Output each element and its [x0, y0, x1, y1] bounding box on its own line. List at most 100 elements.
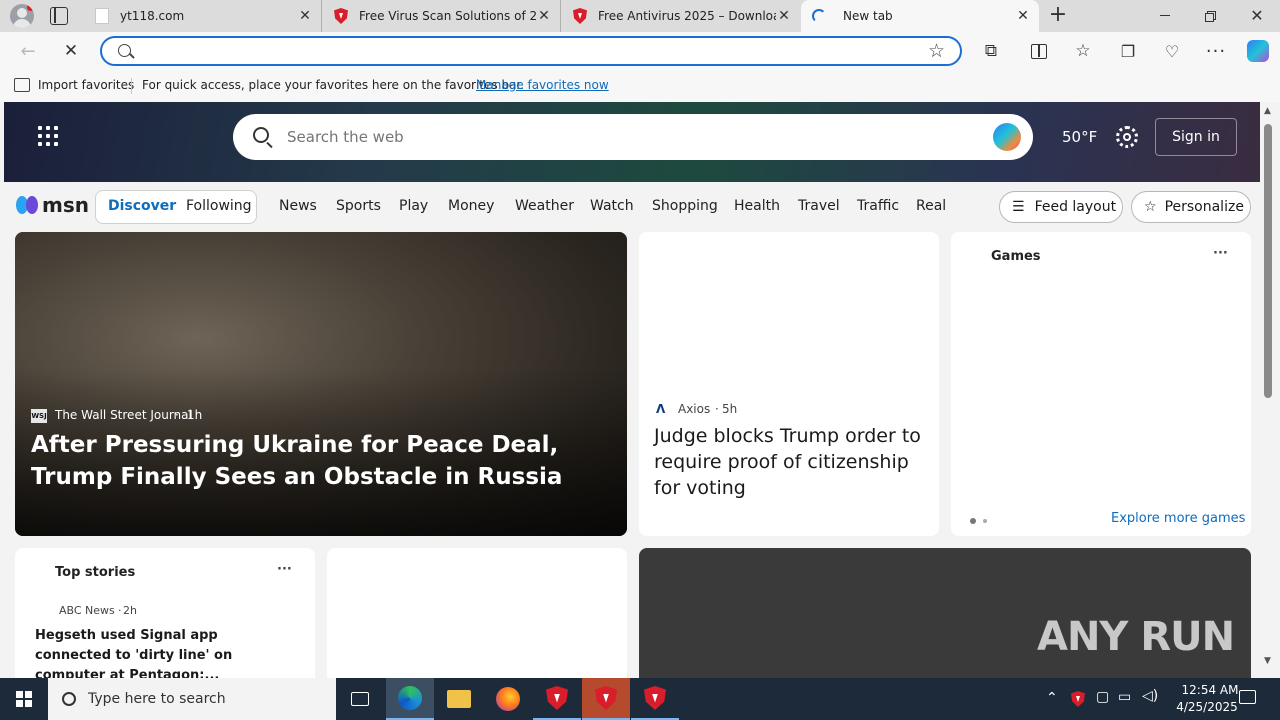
- import-favorites-icon: [14, 78, 30, 92]
- favorites-icon[interactable]: ☆: [1068, 36, 1098, 66]
- video-card[interactable]: ANY RUN: [639, 548, 1251, 678]
- nav-watch[interactable]: Watch: [590, 198, 634, 214]
- restore-button[interactable]: [1196, 0, 1226, 32]
- carousel-dot-active[interactable]: [970, 518, 976, 524]
- start-button[interactable]: [0, 678, 48, 720]
- story-source: Axios: [678, 402, 711, 416]
- split-screen-icon[interactable]: [1024, 36, 1054, 66]
- story-age-dot: ·: [118, 604, 122, 617]
- windows-logo-icon: [16, 691, 32, 707]
- copilot-icon[interactable]: [1243, 36, 1273, 66]
- task-view-icon[interactable]: [336, 678, 384, 720]
- carousel-dot[interactable]: [983, 519, 987, 523]
- collections-icon[interactable]: ❐: [1113, 36, 1143, 66]
- hero-background: 50°F Sign in: [4, 102, 1260, 182]
- weather-temperature[interactable]: 50°F: [1062, 128, 1097, 146]
- top-stories-more-button[interactable]: ···: [277, 562, 292, 577]
- extensions-icon[interactable]: ⧉: [976, 36, 1006, 66]
- scroll-thumb[interactable]: [1264, 124, 1272, 398]
- star-favorite-icon[interactable]: ☆: [928, 40, 945, 62]
- scroll-down-arrow[interactable]: ▼: [1264, 656, 1271, 666]
- games-title: Games: [991, 249, 1041, 264]
- side-story-card[interactable]: Λ Axios · 5h Judge blocks Trump order to…: [639, 232, 939, 536]
- tab-free-antivirus[interactable]: Free Antivirus 2025 – Download F ✕: [562, 0, 800, 32]
- edge-taskbar-icon[interactable]: [386, 678, 434, 720]
- scroll-up-arrow[interactable]: ▲: [1264, 106, 1271, 116]
- close-icon[interactable]: ✕: [536, 8, 552, 24]
- games-more-button[interactable]: ···: [1213, 246, 1228, 261]
- clock-time[interactable]: 12:54 AM: [1170, 683, 1250, 697]
- taskbar-search-placeholder: Type here to search: [88, 691, 226, 707]
- show-hidden-icons-chevron[interactable]: ⌃: [1046, 690, 1058, 706]
- nav-play[interactable]: Play: [399, 198, 428, 214]
- hero-story-card[interactable]: WSJ The Wall Street Journal · 1h After P…: [15, 232, 627, 536]
- nav-shopping[interactable]: Shopping: [652, 198, 718, 214]
- anyrun-watermark: ANY RUN: [1037, 614, 1235, 660]
- address-bar[interactable]: ☆: [100, 36, 962, 66]
- nav-travel[interactable]: Travel: [798, 198, 840, 214]
- tab-actions-icon[interactable]: [50, 7, 68, 25]
- network-icon[interactable]: ▭: [1118, 689, 1131, 705]
- story-age: 2h: [123, 604, 137, 617]
- device-tray-icon[interactable]: ▢: [1096, 689, 1109, 705]
- web-search-input[interactable]: [287, 126, 967, 148]
- volume-icon[interactable]: ◁): [1142, 688, 1158, 704]
- feed-layout-button[interactable]: ☰ Feed layout: [999, 191, 1123, 223]
- taskbar-search-box[interactable]: Type here to search: [48, 678, 336, 720]
- gear-icon[interactable]: [1116, 126, 1138, 148]
- nav-traffic[interactable]: Traffic: [857, 198, 899, 214]
- clock-date[interactable]: 4/25/2025: [1164, 700, 1250, 714]
- settings-more-icon[interactable]: ···: [1201, 36, 1231, 66]
- new-tab-button[interactable]: +: [1046, 2, 1070, 28]
- nav-weather[interactable]: Weather: [515, 198, 574, 214]
- favorites-hint: For quick access, place your favorites h…: [142, 78, 525, 92]
- sliders-icon: ☰: [1012, 199, 1025, 215]
- antivirus-tray-icon[interactable]: [1071, 691, 1085, 707]
- tab-free-virus-scan[interactable]: Free Virus Scan Solutions of 2025 ✕: [323, 0, 561, 32]
- copilot-icon[interactable]: [993, 123, 1021, 151]
- address-input[interactable]: [142, 41, 902, 61]
- antivirus-app-icon-active[interactable]: [582, 678, 630, 720]
- close-icon[interactable]: ✕: [1015, 8, 1031, 24]
- tab-yt118[interactable]: yt118.com ✕: [84, 0, 322, 32]
- close-icon[interactable]: ✕: [297, 8, 313, 24]
- apps-grid-icon[interactable]: [38, 126, 58, 146]
- tab-following[interactable]: Following: [186, 198, 252, 214]
- web-search-box[interactable]: [233, 114, 1033, 160]
- shield-icon: [572, 8, 588, 24]
- manage-favorites-link[interactable]: Manage favorites now: [476, 78, 609, 92]
- browser-essentials-icon[interactable]: ♡: [1157, 36, 1187, 66]
- import-favorites-button[interactable]: Import favorites: [38, 78, 134, 92]
- notification-icon[interactable]: [1239, 690, 1256, 704]
- top-story-headline[interactable]: Hegseth used Signal app connected to 'di…: [35, 626, 297, 678]
- page-scrollbar[interactable]: ▲ ▼: [1260, 102, 1280, 678]
- nav-news[interactable]: News: [279, 198, 317, 214]
- story-headline[interactable]: After Pressuring Ukraine for Peace Deal,…: [31, 429, 601, 493]
- story-age-dot: ·: [715, 402, 719, 416]
- explore-more-games-link[interactable]: Explore more games: [1111, 511, 1245, 526]
- window-close-button[interactable]: ✕: [1242, 0, 1272, 32]
- personalize-button[interactable]: ☆ Personalize: [1131, 191, 1251, 223]
- minimize-button[interactable]: [1150, 0, 1180, 32]
- blank-card: [327, 548, 627, 678]
- antivirus-app-icon[interactable]: [533, 678, 581, 720]
- file-explorer-icon[interactable]: [435, 678, 483, 720]
- tab-new-tab[interactable]: New tab ✕: [801, 0, 1039, 32]
- close-icon[interactable]: ✕: [776, 8, 792, 24]
- nav-health[interactable]: Health: [734, 198, 780, 214]
- nav-sports[interactable]: Sports: [336, 198, 381, 214]
- stop-loading-icon[interactable]: ✕: [56, 36, 86, 66]
- profile-avatar[interactable]: [10, 4, 34, 28]
- sign-in-button[interactable]: Sign in: [1155, 118, 1237, 156]
- msn-logo-text: msn: [42, 193, 89, 217]
- msn-logo[interactable]: msn: [16, 192, 89, 218]
- nav-real-estate[interactable]: Real E: [916, 198, 950, 214]
- back-icon[interactable]: ←: [13, 36, 43, 66]
- tab-title: Free Antivirus 2025 – Download F: [598, 9, 776, 23]
- firefox-icon[interactable]: [484, 678, 532, 720]
- nav-money[interactable]: Money: [448, 198, 494, 214]
- story-headline[interactable]: Judge blocks Trump order to require proo…: [654, 423, 929, 501]
- tab-title: New tab: [843, 9, 893, 23]
- antivirus-app-icon-2[interactable]: [631, 678, 679, 720]
- tab-discover[interactable]: Discover: [108, 198, 176, 214]
